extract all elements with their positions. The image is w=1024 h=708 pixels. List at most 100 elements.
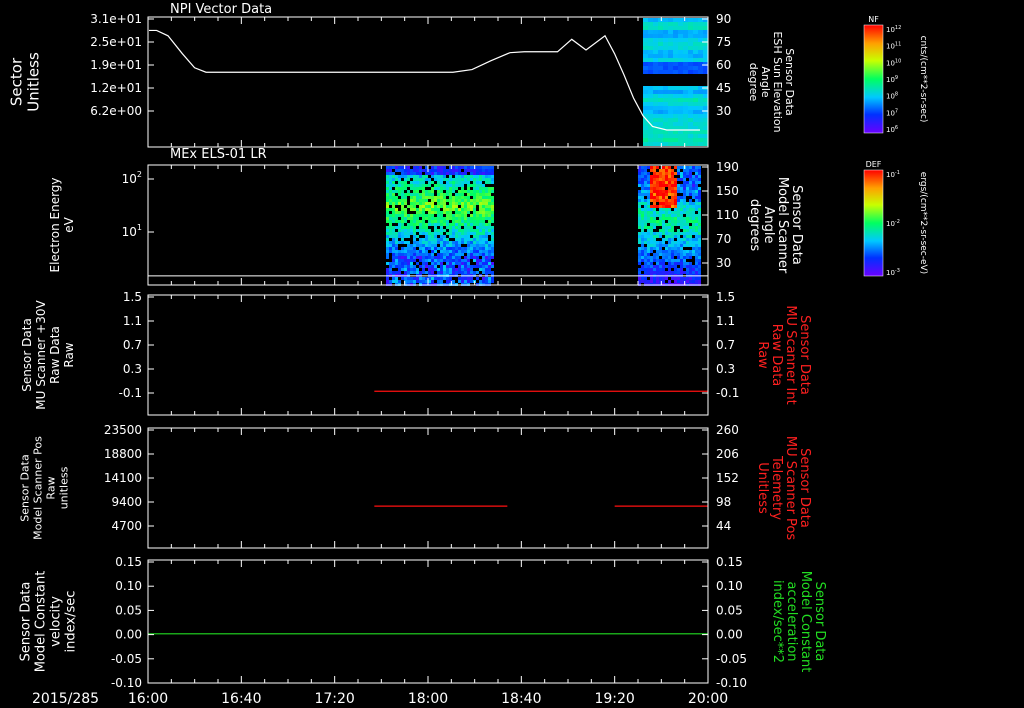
- spectrogram-cell: [386, 184, 389, 187]
- spectrogram-cell: [693, 86, 698, 90]
- spectrogram-cell: [425, 247, 428, 250]
- ylabel-right-line: acceleration: [784, 581, 799, 661]
- spectrogram-cell: [401, 259, 404, 262]
- spectrogram-cell: [434, 226, 437, 229]
- spectrogram-cell: [695, 166, 698, 169]
- spectrogram-cell: [683, 22, 688, 26]
- spectrogram-cell: [464, 214, 467, 217]
- spectrogram-cell: [693, 66, 698, 70]
- spectrogram-cell: [698, 54, 703, 58]
- spectrogram-cell: [683, 250, 686, 253]
- spectrogram-cell: [407, 229, 410, 232]
- spectrogram-cell: [665, 196, 668, 199]
- spectrogram-cell: [482, 271, 485, 274]
- spectrogram-cell: [452, 256, 455, 259]
- spectrogram-cell: [648, 30, 653, 34]
- spectrogram-cell: [458, 262, 461, 265]
- spectrogram-cell: [398, 241, 401, 244]
- spectrogram-cell: [674, 235, 677, 238]
- spectrogram-cell: [683, 82, 688, 86]
- spectrogram-cell: [455, 166, 458, 169]
- spectrogram-cell: [449, 208, 452, 211]
- spectrogram-cell: [479, 169, 482, 172]
- spectrogram-cell: [419, 226, 422, 229]
- spectrogram-cell: [703, 82, 708, 86]
- spectrogram-cell: [389, 184, 392, 187]
- spectrogram-cell: [407, 214, 410, 217]
- spectrogram-cell: [668, 122, 673, 126]
- spectrogram-cell: [389, 175, 392, 178]
- spectrogram-cell: [410, 223, 413, 226]
- spectrogram-cell: [643, 26, 648, 30]
- spectrogram-cell: [641, 277, 644, 280]
- spectrogram-cell: [674, 232, 677, 235]
- spectrogram-cell: [663, 38, 668, 42]
- spectrogram-cell: [440, 271, 443, 274]
- spectrogram-cell: [677, 232, 680, 235]
- y-tick-label-left: 9400: [111, 495, 142, 509]
- spectrogram-cell: [398, 169, 401, 172]
- spectrogram-cell: [698, 253, 701, 256]
- spectrogram-cell: [650, 262, 653, 265]
- spectrogram-cell: [389, 196, 392, 199]
- spectrogram-cell: [395, 166, 398, 169]
- spectrogram-cell: [693, 82, 698, 86]
- spectrogram-cell: [662, 217, 665, 220]
- spectrogram-cell: [419, 238, 422, 241]
- spectrogram-cell: [419, 211, 422, 214]
- spectrogram-cell: [449, 271, 452, 274]
- spectrogram-cell: [446, 214, 449, 217]
- spectrogram-cell: [692, 181, 695, 184]
- spectrogram-cell: [392, 271, 395, 274]
- spectrogram-cell: [647, 268, 650, 271]
- spectrogram-cell: [413, 256, 416, 259]
- spectrogram-cell: [665, 253, 668, 256]
- spectrogram-cell: [452, 226, 455, 229]
- spectrogram-cell: [641, 265, 644, 268]
- spectrogram-cell: [668, 142, 673, 146]
- spectrogram-cell: [467, 232, 470, 235]
- spectrogram-cell: [476, 247, 479, 250]
- spectrogram-cell: [419, 181, 422, 184]
- spectrogram-cell: [653, 22, 658, 26]
- spectrogram-cell: [404, 184, 407, 187]
- spectrogram-cell: [647, 187, 650, 190]
- spectrogram-cell: [683, 34, 688, 38]
- spectrogram-cell: [440, 196, 443, 199]
- spectrogram-cell: [407, 268, 410, 271]
- spectrogram-cell: [428, 238, 431, 241]
- spectrogram-cell: [488, 202, 491, 205]
- spectrogram-cell: [692, 190, 695, 193]
- spectrogram-cell: [431, 235, 434, 238]
- colorbar-unit-text: ergs/(cm**2-sr-sec-eV): [918, 172, 928, 274]
- spectrogram-cell: [452, 250, 455, 253]
- spectrogram-cell: [386, 187, 389, 190]
- spectrogram-cell: [689, 256, 692, 259]
- spectrogram-cell: [473, 229, 476, 232]
- spectrogram-cell: [440, 241, 443, 244]
- spectrogram-cell: [668, 271, 671, 274]
- spectrogram-cell: [677, 241, 680, 244]
- spectrogram-cell: [643, 138, 648, 142]
- spectrogram-cell: [464, 205, 467, 208]
- spectrogram-cell: [665, 244, 668, 247]
- colorbar-0: [863, 24, 884, 134]
- spectrogram-cell: [659, 193, 662, 196]
- spectrogram-cell: [653, 280, 656, 283]
- spectrogram-cell: [458, 241, 461, 244]
- spectrogram-cell: [482, 256, 485, 259]
- spectrogram-cell: [458, 268, 461, 271]
- spectrogram-cell: [485, 253, 488, 256]
- spectrogram-cell: [446, 190, 449, 193]
- spectrogram-cell: [663, 18, 668, 22]
- spectrogram-cell: [689, 193, 692, 196]
- ylabel-right-line: Sensor Data: [797, 448, 812, 528]
- spectrogram-cell: [698, 106, 703, 110]
- spectrogram-cell: [689, 190, 692, 193]
- spectrogram-cell: [434, 247, 437, 250]
- spectrogram-cell: [698, 202, 701, 205]
- spectrogram-cell: [440, 178, 443, 181]
- spectrogram-cell: [703, 122, 708, 126]
- spectrogram-cell: [648, 34, 653, 38]
- spectrogram-cell: [698, 205, 701, 208]
